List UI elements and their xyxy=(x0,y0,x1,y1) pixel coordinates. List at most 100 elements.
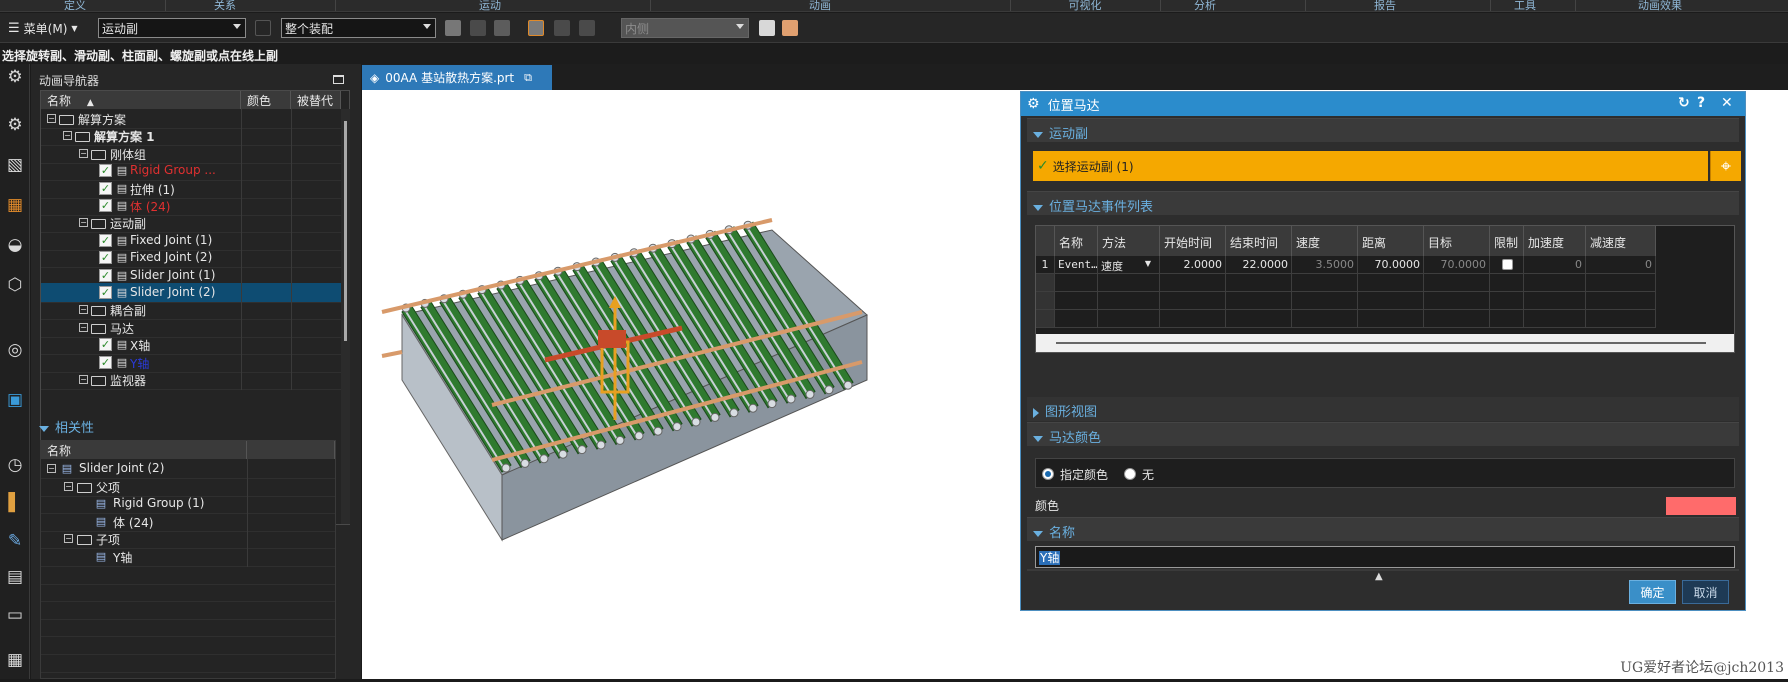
maximize-icon[interactable] xyxy=(333,75,344,84)
roles-icon[interactable]: ✎ xyxy=(4,530,26,552)
event-distance-cell[interactable]: 70.0000 xyxy=(1358,256,1424,274)
scope-filter-select[interactable]: 整个装配 xyxy=(281,18,436,38)
column-name-header[interactable]: 名称 ▲ xyxy=(41,91,241,109)
menu-motion[interactable]: 运动 xyxy=(470,0,510,12)
menu-relation[interactable]: 关系 xyxy=(205,0,245,12)
radio-specified-color[interactable] xyxy=(1042,468,1054,480)
event-method-cell[interactable]: 速度▼ xyxy=(1098,256,1160,274)
menu-tools[interactable]: 工具 xyxy=(1505,0,1545,12)
col-header[interactable]: 限制 xyxy=(1490,226,1524,256)
select-body-icon[interactable] xyxy=(470,20,486,36)
col-header[interactable]: 速度 xyxy=(1292,226,1358,256)
menu-define[interactable]: 定义 xyxy=(55,0,95,12)
reset-icon[interactable]: ↻ xyxy=(1678,95,1690,111)
gear-icon[interactable]: ⚙ xyxy=(4,66,26,88)
tree-row[interactable]: −监视器 xyxy=(41,370,341,390)
menu-report[interactable]: 报告 xyxy=(1365,0,1405,12)
system-scene-icon[interactable]: ▤ xyxy=(4,566,26,588)
part-icon[interactable]: ▧ xyxy=(4,154,26,176)
expand-toggle-icon[interactable]: − xyxy=(47,464,56,473)
event-name-cell[interactable]: Event… xyxy=(1055,256,1098,274)
col-header[interactable]: 加速度 xyxy=(1524,226,1586,256)
expand-toggle-icon[interactable]: − xyxy=(64,534,73,543)
new-window-icon[interactable]: ▭ xyxy=(4,604,26,626)
column-overridden-header[interactable]: 被替代 xyxy=(291,91,341,109)
expand-toggle-icon[interactable]: − xyxy=(79,323,88,332)
col-header[interactable]: 方法 xyxy=(1098,226,1160,256)
web-icon[interactable]: ◎ xyxy=(4,339,26,361)
inside-filter-select[interactable]: 内侧 xyxy=(621,18,749,38)
constraint-icon[interactable]: ⬡ xyxy=(4,274,26,296)
joint-group-header[interactable]: 运动副 xyxy=(1027,118,1739,142)
cancel-button[interactable]: 取消 xyxy=(1682,580,1729,604)
expand-toggle-icon[interactable]: − xyxy=(79,375,88,384)
radio-no-color[interactable] xyxy=(1124,468,1136,480)
col-header[interactable]: 开始时间 xyxy=(1160,226,1226,256)
shaded-cube-icon[interactable] xyxy=(782,20,798,36)
event-limit-cell[interactable] xyxy=(1490,256,1524,274)
event-start-cell[interactable]: 2.0000 xyxy=(1160,256,1226,274)
color-swatch[interactable] xyxy=(1666,497,1736,515)
table-horizontal-scrollbar[interactable] xyxy=(1036,334,1734,352)
color-palette-icon[interactable]: ▌ xyxy=(4,492,26,514)
selection-mode-icon[interactable] xyxy=(494,20,510,36)
menu-animation-effects[interactable]: 动画效果 xyxy=(1630,0,1690,12)
select-component-icon[interactable] xyxy=(445,20,461,36)
assembly-icon[interactable]: ▦ xyxy=(4,194,26,216)
visibility-checkbox[interactable]: ✓ xyxy=(99,199,112,212)
motor-color-group-header[interactable]: 马达颜色 xyxy=(1027,422,1739,446)
dependency-section-header[interactable]: 相关性 xyxy=(39,417,94,436)
help-icon[interactable]: ? xyxy=(1697,95,1705,111)
visibility-checkbox[interactable]: ✓ xyxy=(99,234,112,247)
history-clock-icon[interactable]: ◷ xyxy=(4,454,26,476)
col-header[interactable]: 目标 xyxy=(1424,226,1490,256)
event-list-group-header[interactable]: 位置马达事件列表 xyxy=(1027,191,1739,215)
crosshair-select-icon[interactable]: ⌖ xyxy=(1710,151,1741,181)
snap-point-icon[interactable] xyxy=(528,20,544,36)
ok-button[interactable]: 确定 xyxy=(1629,580,1676,604)
event-speed-cell[interactable]: 3.5000 xyxy=(1292,256,1358,274)
menu-visualize[interactable]: 可视化 xyxy=(1060,0,1110,12)
col-header[interactable]: 距离 xyxy=(1358,226,1424,256)
visibility-checkbox[interactable]: ✓ xyxy=(99,269,112,282)
dependency-name-header[interactable]: 名称 xyxy=(41,441,247,459)
graph-view-group-header[interactable]: 图形视图 xyxy=(1027,397,1739,421)
motion-icon[interactable]: ◒ xyxy=(4,234,26,256)
point-on-curve-icon[interactable] xyxy=(554,20,570,36)
vertical-scrollbar[interactable] xyxy=(341,109,350,524)
expand-toggle-icon[interactable]: − xyxy=(79,149,88,158)
select-joint-field[interactable]: ✓ 选择运动副 (1) xyxy=(1033,151,1708,181)
column-color-header[interactable]: 颜色 xyxy=(241,91,291,109)
intersection-icon[interactable] xyxy=(579,20,595,36)
expand-toggle-icon[interactable]: − xyxy=(64,482,73,491)
visibility-checkbox[interactable]: ✓ xyxy=(99,251,112,264)
event-accel-cell[interactable]: 0 xyxy=(1524,256,1586,274)
visibility-checkbox[interactable]: ✓ xyxy=(99,164,112,177)
event-target-cell[interactable]: 70.0000 xyxy=(1424,256,1490,274)
grid-icon[interactable]: ▦ xyxy=(4,649,26,671)
name-group-header[interactable]: 名称 xyxy=(1027,517,1739,541)
visibility-checkbox[interactable]: ✓ xyxy=(99,182,112,195)
event-end-cell[interactable]: 22.0000 xyxy=(1226,256,1292,274)
limit-checkbox[interactable] xyxy=(1502,259,1513,270)
view-cube-icon[interactable] xyxy=(759,20,775,36)
collapse-up-icon[interactable]: ▲ xyxy=(1375,571,1383,582)
motor-name-input[interactable]: Y轴 xyxy=(1035,546,1735,568)
menu-animation[interactable]: 动画 xyxy=(800,0,840,12)
expand-toggle-icon[interactable]: − xyxy=(63,131,72,140)
animation-navigator-icon[interactable]: ▣ xyxy=(4,389,26,411)
type-filter-select[interactable]: 运动副 xyxy=(98,18,246,38)
settings-cluster-icon[interactable]: ⚙ xyxy=(4,114,26,136)
expand-toggle-icon[interactable]: − xyxy=(79,218,88,227)
col-header[interactable]: 结束时间 xyxy=(1226,226,1292,256)
col-header[interactable]: 名称 xyxy=(1055,226,1098,256)
expand-toggle-icon[interactable]: − xyxy=(79,305,88,314)
menu-analysis[interactable]: 分析 xyxy=(1185,0,1225,12)
visibility-checkbox[interactable]: ✓ xyxy=(99,338,112,351)
filter-icon[interactable] xyxy=(255,20,271,36)
col-header[interactable]: 减速度 xyxy=(1586,226,1656,256)
main-menu-button[interactable]: ☰ 菜单(M) ▼ xyxy=(8,18,78,38)
visibility-checkbox[interactable]: ✓ xyxy=(99,356,112,369)
tab-part-file[interactable]: ◈ 00AA 基站散热方案.prt ⧉ xyxy=(362,65,552,90)
expand-toggle-icon[interactable]: − xyxy=(47,114,56,123)
